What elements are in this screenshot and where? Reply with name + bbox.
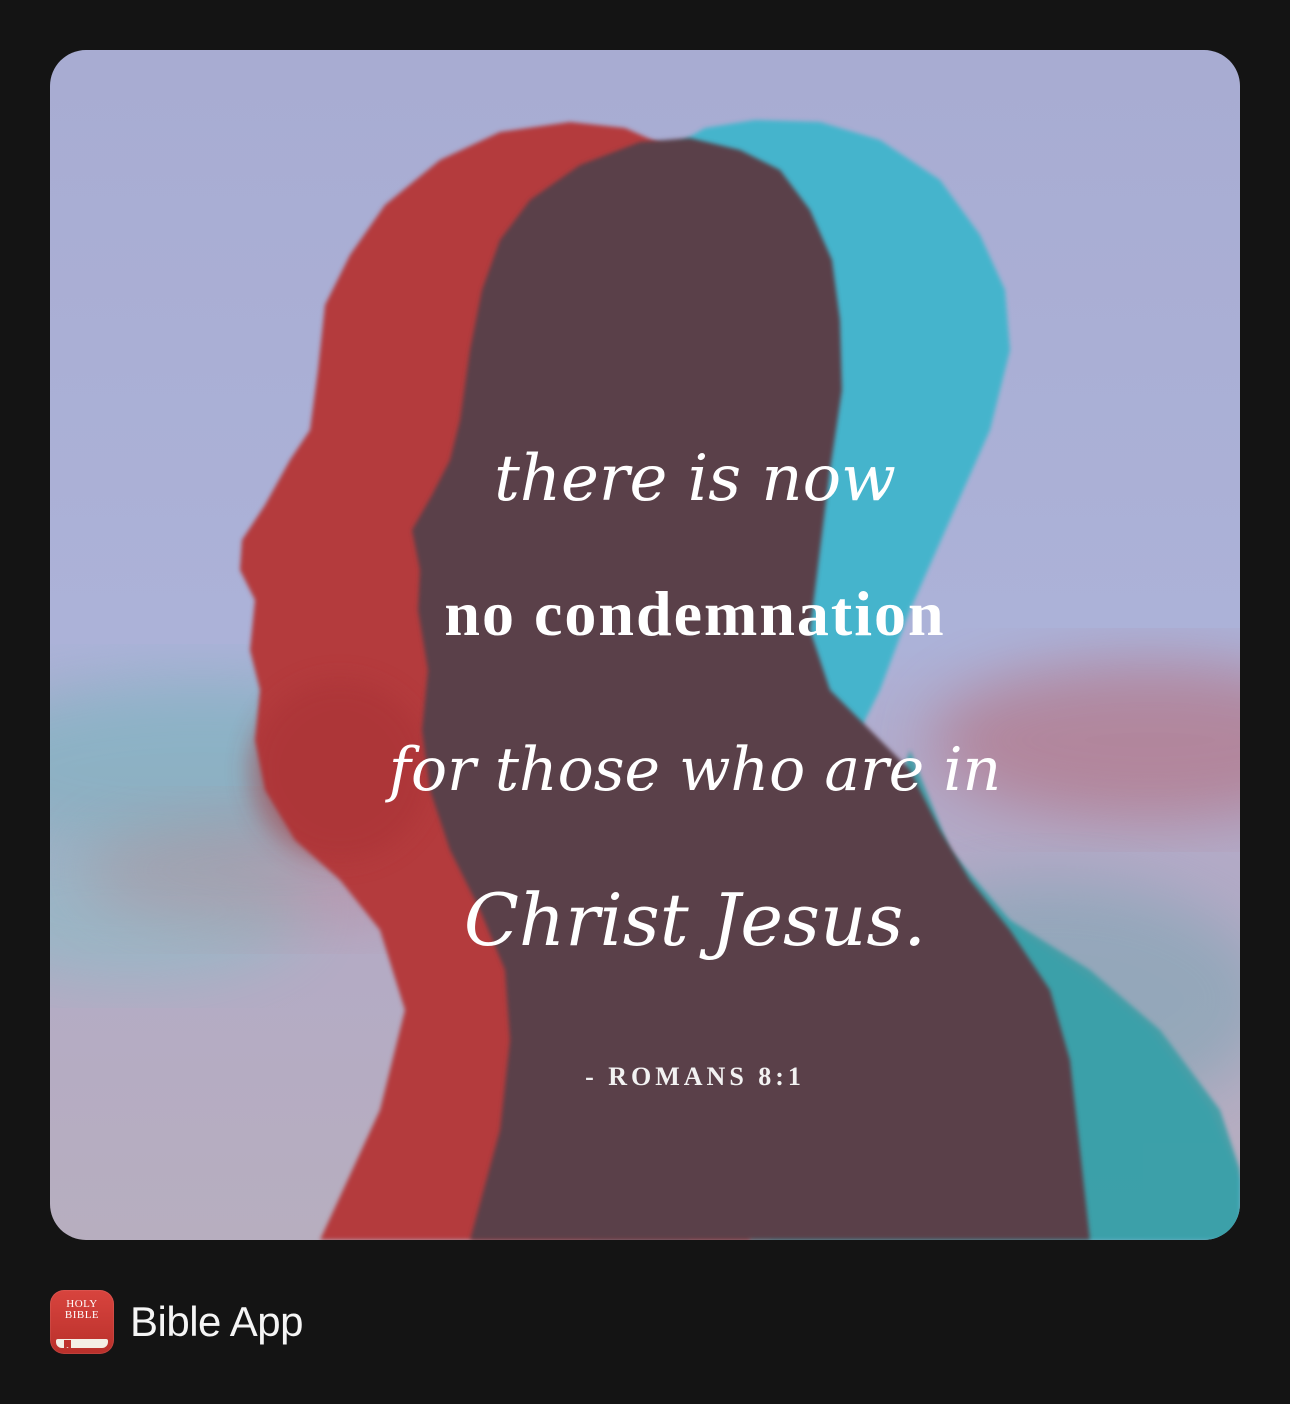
verse-line-script-3: Christ Jesus. [464,878,926,962]
book-pages-icon [56,1339,108,1348]
verse-image-card[interactable]: there is now no condemnation for those w… [50,50,1240,1240]
verse-line-bold: no condemnation [444,578,945,649]
verse-line-script-1: there is now [494,442,896,516]
verse-image: there is now no condemnation for those w… [50,50,1240,1240]
verse-line-script-2: for those who are in [385,735,1001,805]
app-icon-label: HOLY BIBLE [64,1298,100,1321]
app-attribution[interactable]: HOLY BIBLE Bible App [50,1290,303,1354]
bible-app-icon[interactable]: HOLY BIBLE [50,1290,114,1354]
app-name[interactable]: Bible App [130,1298,303,1346]
bookmark-ribbon-icon [64,1340,71,1350]
verse-reference: - ROMANS 8:1 [585,1062,805,1091]
